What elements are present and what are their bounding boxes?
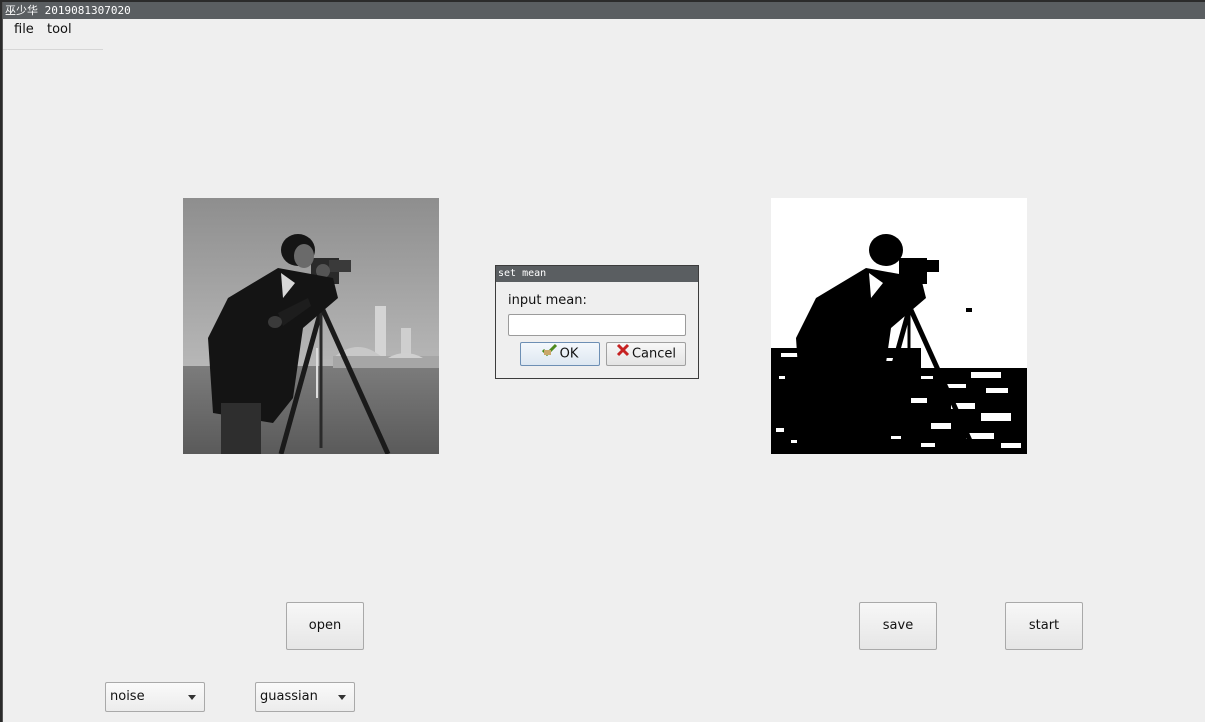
ok-label: OK (559, 346, 579, 362)
window-title: 巫少华 2019081307020 (3, 2, 1205, 19)
menu-file[interactable]: file (10, 21, 38, 38)
noise-select-value: noise (110, 689, 145, 704)
original-image (183, 198, 439, 456)
original-image-picture (183, 198, 439, 456)
ok-button[interactable]: OK (520, 342, 600, 366)
result-image (771, 198, 1027, 456)
mean-input[interactable] (508, 314, 686, 336)
open-button[interactable]: open (286, 602, 364, 650)
input-mean-label: input mean: (508, 293, 587, 308)
cancel-button[interactable]: Cancel (606, 342, 686, 366)
menu-tool[interactable]: tool (43, 21, 76, 38)
dialog-title: set mean (496, 266, 698, 282)
noise-type-select-value: guassian (260, 689, 318, 704)
checkmark-icon (541, 343, 558, 365)
chevron-down-icon (338, 695, 346, 700)
save-button[interactable]: save (859, 602, 937, 650)
set-mean-dialog: set mean input mean: OK Cancel (495, 265, 699, 379)
close-icon (616, 343, 630, 365)
start-button[interactable]: start (1005, 602, 1083, 650)
cancel-label: Cancel (631, 346, 677, 362)
menu-bar: file tool (3, 19, 103, 50)
app-window: 巫少华 2019081307020 file tool set mean inp… (2, 2, 1205, 722)
chevron-down-icon (188, 695, 196, 700)
noise-select[interactable]: noise (105, 682, 205, 712)
noise-type-select[interactable]: guassian (255, 682, 355, 712)
result-image-picture (771, 198, 1027, 456)
